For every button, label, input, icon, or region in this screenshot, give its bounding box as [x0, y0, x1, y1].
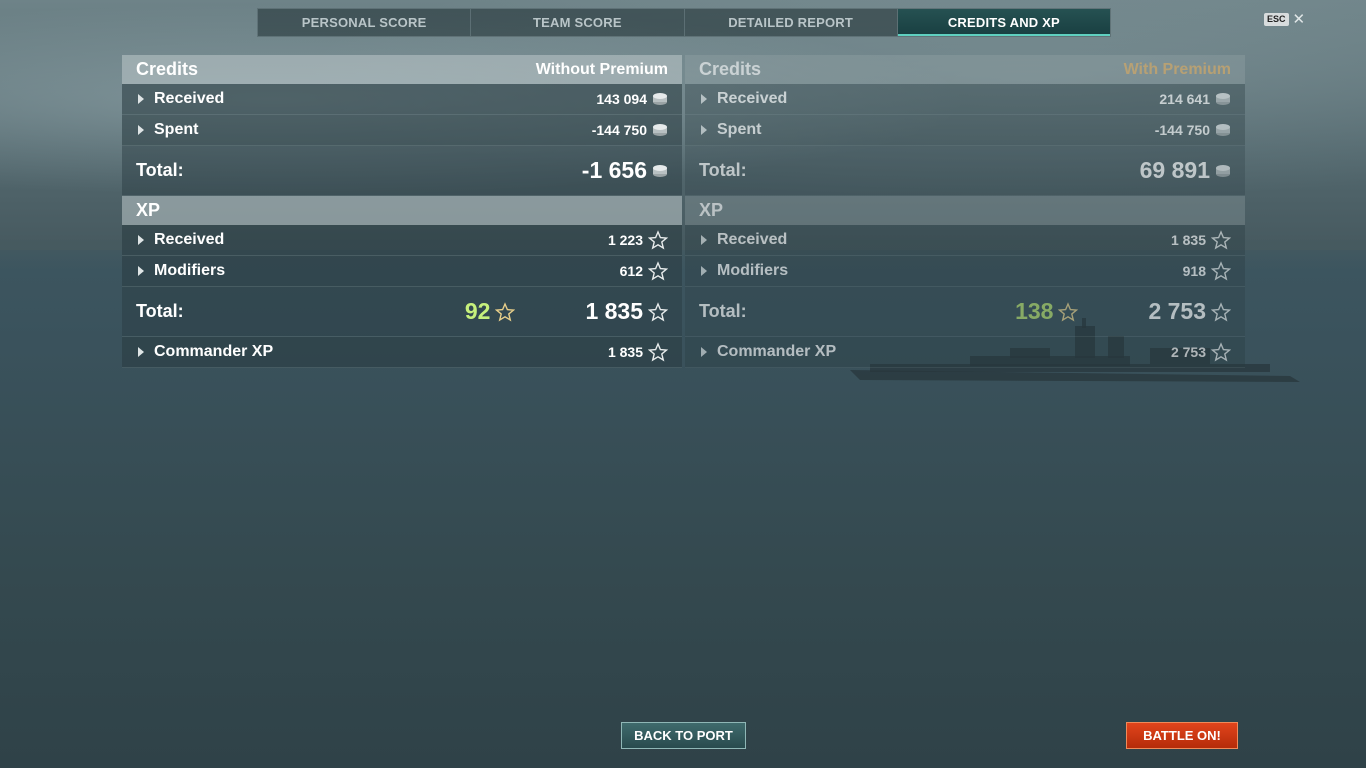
tab-credits-and-xp[interactable]: CREDITS AND XP: [897, 9, 1110, 36]
tab-detailed-report[interactable]: DETAILED REPORT: [685, 9, 898, 36]
credits-spent-row[interactable]: Spent -144 750: [122, 115, 682, 146]
xp-star-icon: [648, 301, 668, 322]
free-xp-value: 138: [1015, 298, 1054, 324]
commander-xp-row[interactable]: Commander XP 1 835: [122, 337, 682, 368]
xp-received-row[interactable]: Received 1 835: [685, 225, 1245, 256]
modifiers-label: Modifiers: [154, 262, 226, 279]
modifiers-value: 918: [1182, 263, 1206, 279]
credits-coin-icon: [652, 164, 668, 178]
credits-title: Credits: [136, 59, 199, 79]
free-xp-star-icon: [1058, 301, 1079, 322]
expand-arrow-icon: [701, 347, 707, 357]
credits-total-value: -1 656: [581, 157, 647, 183]
modifiers-value: 612: [619, 263, 643, 279]
free-xp-value: 92: [464, 298, 491, 324]
credits-total-row: Total: 69 891: [685, 146, 1245, 196]
xp-title: XP: [699, 200, 724, 220]
xp-star-icon: [648, 230, 668, 250]
commander-xp-value: 1 835: [607, 344, 643, 360]
credits-spent-value: -144 750: [591, 122, 647, 138]
expand-arrow-icon: [701, 235, 707, 245]
credits-total-label: Total:: [136, 160, 184, 180]
credits-coin-icon: [1215, 92, 1231, 106]
xp-total-row: Total: 92 1 835: [122, 287, 682, 337]
tab-team-score[interactable]: TEAM SCORE: [471, 9, 685, 36]
xp-total-label: Total:: [699, 301, 747, 321]
credits-coin-icon: [652, 92, 668, 106]
expand-arrow-icon: [701, 125, 707, 135]
credits-coin-icon: [1215, 123, 1231, 137]
premium-mode-label: With Premium: [1123, 60, 1231, 78]
xp-header: XP: [685, 196, 1245, 225]
xp-modifiers-row[interactable]: Modifiers 918: [685, 256, 1245, 287]
xp-received-label: Received: [717, 231, 788, 248]
xp-total-value: 1 835: [585, 298, 643, 324]
credits-coin-icon: [652, 123, 668, 137]
received-label: Received: [154, 90, 225, 107]
expand-arrow-icon: [138, 94, 144, 104]
credits-coin-icon: [1215, 164, 1231, 178]
xp-total-label: Total:: [136, 301, 184, 321]
mode-label: Without Premium: [535, 60, 668, 78]
xp-star-icon: [1211, 261, 1231, 281]
close-icon: ✕: [1292, 10, 1306, 28]
credits-header: Credits Without Premium: [122, 55, 682, 84]
xp-total-value: 2 753: [1148, 298, 1206, 324]
xp-star-icon: [1211, 230, 1231, 250]
xp-star-icon: [1211, 342, 1231, 362]
credits-total-label: Total:: [699, 160, 747, 180]
received-label: Received: [717, 90, 788, 107]
expand-arrow-icon: [138, 235, 144, 245]
without-premium-panel: Credits Without Premium Received 143 094…: [122, 55, 682, 368]
battle-on-button[interactable]: BATTLE ON!: [1126, 722, 1238, 749]
credits-received-value: 214 641: [1159, 91, 1210, 107]
xp-received-value: 1 223: [607, 232, 643, 248]
xp-received-label: Received: [154, 231, 225, 248]
credits-received-row[interactable]: Received 214 641: [685, 84, 1245, 115]
xp-star-icon: [648, 261, 668, 281]
expand-arrow-icon: [138, 125, 144, 135]
xp-received-row[interactable]: Received 1 223: [122, 225, 682, 256]
expand-arrow-icon: [701, 94, 707, 104]
expand-arrow-icon: [138, 266, 144, 276]
tab-personal-score[interactable]: PERSONAL SCORE: [258, 9, 472, 36]
expand-arrow-icon: [701, 266, 707, 276]
with-premium-panel: Credits With Premium Received 214 641 Sp…: [685, 55, 1245, 368]
spent-label: Spent: [717, 121, 762, 138]
credits-total-value: 69 891: [1139, 157, 1210, 183]
xp-total-row: Total: 138 2 753: [685, 287, 1245, 337]
expand-arrow-icon: [138, 347, 144, 357]
xp-title: XP: [136, 200, 161, 220]
modifiers-label: Modifiers: [717, 262, 789, 279]
tab-bar: PERSONAL SCORE TEAM SCORE DETAILED REPOR…: [257, 8, 1111, 37]
spent-label: Spent: [154, 121, 199, 138]
esc-close-button[interactable]: ESC ✕: [1264, 10, 1306, 28]
credits-spent-row[interactable]: Spent -144 750: [685, 115, 1245, 146]
commander-xp-label: Commander XP: [154, 343, 274, 360]
commander-xp-row[interactable]: Commander XP 2 753: [685, 337, 1245, 368]
free-xp-star-icon: [495, 301, 516, 322]
commander-xp-value: 2 753: [1170, 344, 1206, 360]
credits-title: Credits: [699, 59, 762, 79]
commander-xp-label: Commander XP: [717, 343, 837, 360]
xp-star-icon: [648, 342, 668, 362]
esc-key-label: ESC: [1264, 13, 1289, 26]
back-to-port-button[interactable]: BACK TO PORT: [621, 722, 746, 749]
xp-star-icon: [1211, 301, 1231, 322]
credits-header: Credits With Premium: [685, 55, 1245, 84]
credits-received-row[interactable]: Received 143 094: [122, 84, 682, 115]
credits-received-value: 143 094: [596, 91, 647, 107]
credits-spent-value: -144 750: [1154, 122, 1210, 138]
xp-received-value: 1 835: [1170, 232, 1206, 248]
xp-modifiers-row[interactable]: Modifiers 612: [122, 256, 682, 287]
credits-total-row: Total: -1 656: [122, 146, 682, 196]
xp-header: XP: [122, 196, 682, 225]
